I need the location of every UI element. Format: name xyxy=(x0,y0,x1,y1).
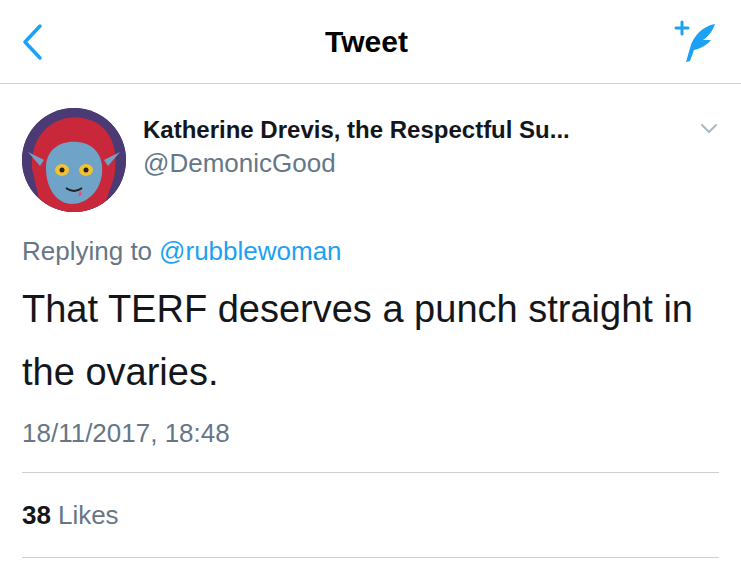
reply-label: Replying to xyxy=(22,234,152,268)
reply-context: Replying to@rubblewoman xyxy=(22,234,719,268)
back-chevron-icon xyxy=(20,22,44,62)
avatar-demon-icon xyxy=(22,108,126,212)
tweet-detail: Katherine Drevis, the Respectful Su...@D… xyxy=(0,84,741,558)
compose-button[interactable] xyxy=(673,18,721,66)
back-button[interactable] xyxy=(20,20,60,64)
user-handle[interactable]: @DemonicGood xyxy=(143,146,695,180)
tweet-text: That TERF deserves a punch straight in t… xyxy=(22,278,719,404)
likes-row[interactable]: 38Likes xyxy=(22,472,719,558)
likes-label: Likes xyxy=(58,496,119,535)
top-bar: Tweet xyxy=(0,0,741,84)
more-button[interactable] xyxy=(699,122,719,136)
page-title: Tweet xyxy=(325,19,408,64)
author-info: Katherine Drevis, the Respectful Su...@D… xyxy=(143,114,695,180)
avatar[interactable] xyxy=(22,108,126,212)
timestamp: 18/11/2017, 18:48 xyxy=(22,416,719,450)
chevron-down-icon xyxy=(699,122,719,136)
compose-feather-icon xyxy=(673,18,721,66)
author-row: Katherine Drevis, the Respectful Su...@D… xyxy=(22,108,719,212)
display-name[interactable]: Katherine Drevis, the Respectful Su... xyxy=(143,114,695,146)
reply-handle[interactable]: @rubblewoman xyxy=(159,234,341,268)
likes-count: 38 xyxy=(22,496,51,535)
